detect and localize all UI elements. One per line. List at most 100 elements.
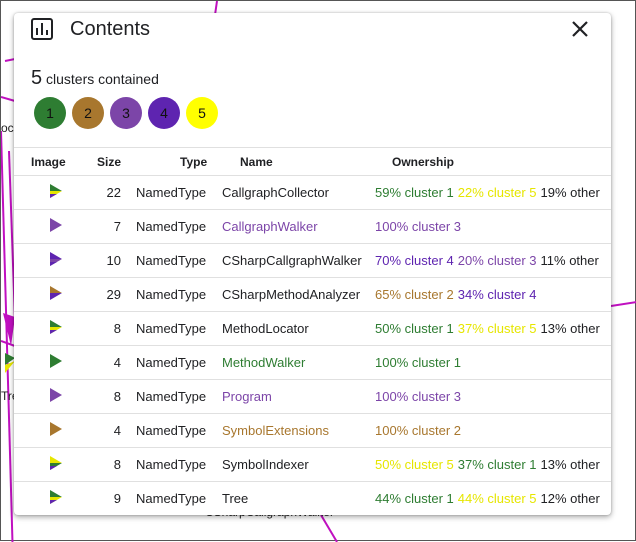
cluster-1-triangle-icon — [50, 354, 62, 368]
multi-cluster-triangle-icon — [50, 490, 62, 504]
multi-cluster-triangle-icon — [50, 320, 62, 334]
cell-name: CallgraphWalker — [222, 219, 318, 234]
cell-size: 8 — [113, 321, 121, 336]
contents-table: Image Size Type Name Ownership 22 NamedTy… — [14, 147, 611, 515]
bar-chart-icon — [31, 18, 53, 40]
cell-ownership: 100% cluster 3 — [375, 389, 465, 404]
table-row[interactable]: 4 NamedType MethodWalker 100% cluster 1 — [14, 346, 611, 380]
header-size: Size — [97, 155, 122, 169]
cell-type: NamedType — [136, 389, 207, 404]
cell-type: NamedType — [136, 253, 207, 268]
cell-type: NamedType — [136, 491, 207, 506]
cell-name: SymbolIndexer — [222, 457, 309, 472]
cell-ownership: 100% cluster 3 — [375, 219, 465, 234]
cluster-chip-1[interactable]: 1 — [34, 97, 66, 129]
cell-type: NamedType — [136, 287, 207, 302]
cell-ownership: 100% cluster 2 — [375, 423, 465, 438]
cell-ownership: 65% cluster 2 34% cluster 4 — [375, 287, 541, 302]
cell-name: MethodWalker — [222, 355, 306, 370]
cell-size: 7 — [113, 219, 121, 234]
ownership-segment: 100% cluster 3 — [375, 219, 461, 234]
cluster-chip-2[interactable]: 2 — [72, 97, 104, 129]
graph-edge — [610, 301, 636, 307]
dialog-title: Contents — [70, 18, 151, 40]
table-row[interactable]: 22 NamedType CallgraphCollector 59% cluster… — [14, 176, 611, 210]
cell-ownership: 44% cluster 1 44% cluster 5 12% other — [375, 491, 604, 506]
cell-size: 22 — [106, 185, 121, 200]
cell-name: SymbolExtensions — [222, 423, 329, 438]
ownership-segment: 37% cluster 5 — [457, 321, 537, 336]
multi-cluster-triangle-icon — [50, 456, 62, 470]
table-row[interactable]: 8 NamedType MethodLocator 50% cluster 1 37% … — [14, 312, 611, 346]
cell-ownership: 100% cluster 1 — [375, 355, 465, 370]
cluster-2-triangle-icon — [50, 422, 62, 436]
cell-name: Program — [222, 389, 272, 404]
ownership-segment: 20% cluster 3 — [457, 253, 537, 268]
cluster-chip-5[interactable]: 5 — [186, 97, 218, 129]
cluster-3-triangle-icon — [50, 388, 62, 402]
cell-name: CSharpCallgraphWalker — [222, 253, 362, 268]
table-row[interactable]: 8 NamedType Program 100% cluster 3 — [14, 380, 611, 414]
cell-size: 9 — [113, 491, 121, 506]
ownership-segment: 12% other — [540, 491, 600, 506]
multi-cluster-triangle-icon — [50, 252, 62, 266]
ownership-segment: 22% cluster 5 — [457, 185, 537, 200]
ownership-segment: 44% cluster 5 — [457, 491, 537, 506]
cell-name: CSharpMethodAnalyzer — [222, 287, 361, 302]
cell-type: NamedType — [136, 219, 207, 234]
ownership-segment: 50% cluster 1 — [375, 321, 454, 336]
cell-size: 4 — [113, 423, 121, 438]
ownership-segment: 13% other — [540, 457, 600, 472]
ownership-segment: 44% cluster 1 — [375, 491, 454, 506]
cell-ownership: 50% cluster 1 37% cluster 5 13% other — [375, 321, 604, 336]
ownership-segment: 50% cluster 5 — [375, 457, 454, 472]
cluster-3-triangle-icon — [50, 218, 62, 232]
cell-ownership: 70% cluster 4 20% cluster 3 11% other — [375, 253, 603, 268]
table-row[interactable]: 10 NamedType CSharpCallgraphWalker 70% clus… — [14, 244, 611, 278]
close-icon[interactable] — [568, 17, 592, 41]
ownership-segment: 59% cluster 1 — [375, 185, 454, 200]
ownership-segment: 70% cluster 4 — [375, 253, 454, 268]
cell-size: 8 — [113, 457, 121, 472]
header-name: Name — [240, 155, 273, 169]
ownership-segment: 65% cluster 2 — [375, 287, 454, 302]
cell-type: NamedType — [136, 423, 207, 438]
dialog-header: Contents — [14, 13, 611, 53]
table-row[interactable]: 8 NamedType SymbolIndexer 50% cluster 5 37% … — [14, 448, 611, 482]
cluster-chip-4[interactable]: 4 — [148, 97, 180, 129]
header-type: Type — [180, 155, 208, 169]
header-ownership: Ownership — [392, 155, 455, 169]
table-body: 22 NamedType CallgraphCollector 59% cluster… — [14, 176, 611, 515]
cell-name: Tree — [222, 491, 249, 506]
graph-edge — [320, 514, 338, 542]
multi-cluster-triangle-icon — [50, 184, 62, 198]
cell-type: NamedType — [136, 321, 207, 336]
ownership-segment: 13% other — [540, 321, 600, 336]
cell-size: 8 — [113, 389, 121, 404]
table-row[interactable]: 9 NamedType Tree 44% cluster 1 44% cluster 5… — [14, 482, 611, 515]
ownership-segment: 100% cluster 2 — [375, 423, 461, 438]
ownership-segment: 100% cluster 1 — [375, 355, 461, 370]
cell-type: NamedType — [136, 457, 207, 472]
table-row[interactable]: 29 NamedType CSharpMethodAnalyzer 65% clust… — [14, 278, 611, 312]
table-row[interactable]: 4 NamedType SymbolExtensions 100% cluster 2 — [14, 414, 611, 448]
cell-ownership: 59% cluster 1 22% cluster 5 19% other — [375, 185, 604, 200]
ownership-segment: 19% other — [540, 185, 600, 200]
cell-type: NamedType — [136, 355, 207, 370]
table-row[interactable]: 7 NamedType CallgraphWalker 100% cluster 3 — [14, 210, 611, 244]
multi-cluster-triangle-icon — [50, 286, 62, 300]
cluster-summary: 5 clusters contained — [31, 67, 159, 90]
cluster-chip-3[interactable]: 3 — [110, 97, 142, 129]
cell-size: 10 — [106, 253, 121, 268]
graph-edge — [1, 340, 16, 347]
cell-size: 4 — [113, 355, 121, 370]
header-image: Image — [31, 155, 66, 169]
ownership-segment: 100% cluster 3 — [375, 389, 461, 404]
ownership-segment: 34% cluster 4 — [457, 287, 537, 302]
graph-edge — [1, 96, 16, 102]
ownership-segment: 11% other — [540, 253, 599, 268]
cell-type: NamedType — [136, 185, 207, 200]
contents-dialog: Contents 5 clusters contained 12345 Imag… — [14, 13, 611, 515]
cell-size: 29 — [106, 287, 121, 302]
table-header: Image Size Type Name Ownership — [14, 147, 611, 176]
